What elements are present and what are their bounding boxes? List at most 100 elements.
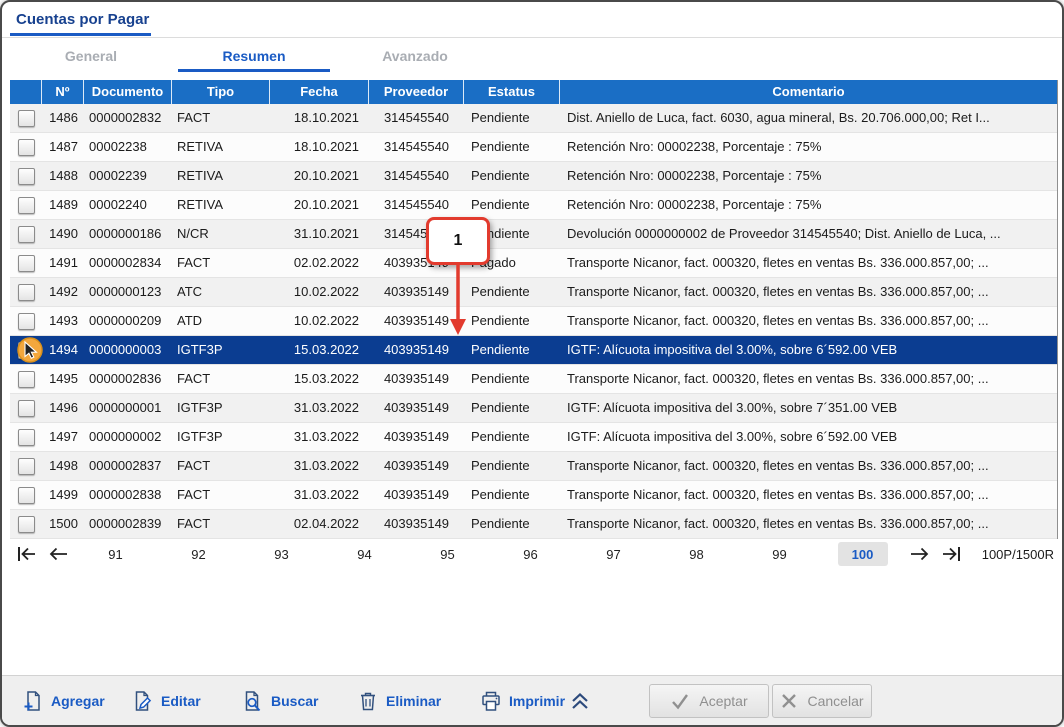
cell-fecha: 31.10.2021 [270, 220, 369, 248]
header-tipo: Tipo [172, 80, 270, 104]
row-checkbox[interactable] [18, 226, 35, 243]
cell-comentario: Transporte Nicanor, fact. 000320, fletes… [560, 481, 1057, 509]
cell-fecha: 31.03.2022 [270, 481, 369, 509]
last-page-button[interactable] [936, 545, 968, 563]
cell-documento: 0000002838 [84, 481, 172, 509]
cell-comentario: Retención Nro: 00002238, Porcentaje : 75… [560, 162, 1057, 190]
cell-documento: 0000002832 [84, 104, 172, 132]
buscar-button[interactable]: Buscar [242, 676, 318, 726]
tab-general[interactable]: General [15, 42, 167, 72]
row-checkbox[interactable] [18, 139, 35, 156]
table-row[interactable]: 15000000002839FACT02.04.2022403935149Pen… [10, 510, 1057, 539]
table-row[interactable]: 14990000002838FACT31.03.2022403935149Pen… [10, 481, 1057, 510]
first-page-button[interactable] [10, 545, 42, 563]
row-checkbox[interactable] [18, 429, 35, 446]
table-row[interactable]: 148700002238RETIVA18.10.2021314545540Pen… [10, 133, 1057, 162]
table-row[interactable]: 14930000000209ATD10.02.2022403935149Pend… [10, 307, 1057, 336]
row-checkbox[interactable] [18, 110, 35, 127]
table-row[interactable]: 148800002239RETIVA20.10.2021314545540Pen… [10, 162, 1057, 191]
row-checkbox[interactable] [18, 197, 35, 214]
page-button-92[interactable]: 92 [157, 540, 240, 568]
cell-fecha: 31.03.2022 [270, 423, 369, 451]
add-document-icon [22, 690, 44, 712]
table-row[interactable]: 14980000002837FACT31.03.2022403935149Pen… [10, 452, 1057, 481]
cell-n: 1499 [42, 481, 84, 509]
page-button-98[interactable]: 98 [655, 540, 738, 568]
row-checkbox[interactable] [18, 400, 35, 417]
row-select-cell [10, 452, 42, 480]
collapse-toolbar-button[interactable] [568, 676, 592, 726]
cell-proveedor: 403935149 [369, 336, 464, 364]
cell-comentario: Transporte Nicanor, fact. 000320, fletes… [560, 452, 1057, 480]
cell-n: 1491 [42, 249, 84, 277]
table-row[interactable]: 14950000002836FACT15.03.2022403935149Pen… [10, 365, 1057, 394]
table-row[interactable]: 14960000000001IGTF3P31.03.2022403935149P… [10, 394, 1057, 423]
cell-documento: 0000000001 [84, 394, 172, 422]
trash-icon [357, 690, 379, 712]
cell-n: 1495 [42, 365, 84, 393]
imprimir-label: Imprimir [509, 693, 565, 709]
cancelar-button[interactable]: Cancelar [772, 684, 872, 718]
printer-icon [480, 690, 502, 712]
cell-estatus: Pendiente [464, 423, 560, 451]
cell-comentario: IGTF: Alícuota impositiva del 3.00%, sob… [560, 336, 1057, 364]
row-select-cell [10, 336, 42, 364]
table-header-row: Nº Documento Tipo Fecha Proveedor Estatu… [10, 80, 1057, 104]
tab-avanzado[interactable]: Avanzado [341, 42, 489, 72]
next-page-button[interactable] [904, 545, 936, 563]
cell-estatus: Pendiente [464, 394, 560, 422]
table-row[interactable]: 14910000002834FACT02.02.2022403935149Pag… [10, 249, 1057, 278]
aceptar-label: Aceptar [699, 693, 747, 709]
edit-document-icon [132, 690, 154, 712]
header-proveedor: Proveedor [369, 80, 464, 104]
row-checkbox[interactable] [18, 342, 35, 359]
row-checkbox[interactable] [18, 255, 35, 272]
table-row[interactable]: 14860000002832FACT18.10.2021314545540Pen… [10, 104, 1057, 133]
page-button-91[interactable]: 91 [74, 540, 157, 568]
eliminar-button[interactable]: Eliminar [357, 676, 441, 726]
row-checkbox[interactable] [18, 516, 35, 533]
page-button-95[interactable]: 95 [406, 540, 489, 568]
table-row[interactable]: 14920000000123ATC10.02.2022403935149Pend… [10, 278, 1057, 307]
table-row[interactable]: 14940000000003IGTF3P15.03.2022403935149P… [10, 336, 1057, 365]
row-checkbox[interactable] [18, 487, 35, 504]
row-checkbox[interactable] [18, 168, 35, 185]
cell-proveedor: 403935149 [369, 510, 464, 538]
row-checkbox[interactable] [18, 284, 35, 301]
table-row[interactable]: 14900000000186N/CR31.10.2021314545540Pen… [10, 220, 1057, 249]
cell-documento: 00002239 [84, 162, 172, 190]
imprimir-button[interactable]: Imprimir [480, 676, 565, 726]
cell-documento: 0000000186 [84, 220, 172, 248]
cell-tipo: IGTF3P [172, 394, 270, 422]
tab-resumen[interactable]: Resumen [178, 42, 330, 72]
editar-label: Editar [161, 693, 201, 709]
table-row[interactable]: 148900002240RETIVA20.10.2021314545540Pen… [10, 191, 1057, 220]
cell-n: 1486 [42, 104, 84, 132]
cell-tipo: ATD [172, 307, 270, 335]
page-button-94[interactable]: 94 [323, 540, 406, 568]
aceptar-button[interactable]: Aceptar [649, 684, 769, 718]
cuentas-por-pagar-window: Cuentas por Pagar General Resumen Avanza… [0, 0, 1064, 727]
cell-n: 1492 [42, 278, 84, 306]
page-button-99[interactable]: 99 [738, 540, 821, 568]
cell-proveedor: 314545540 [369, 162, 464, 190]
header-select [10, 80, 42, 104]
row-checkbox[interactable] [18, 458, 35, 475]
agregar-button[interactable]: Agregar [22, 676, 105, 726]
search-document-icon [242, 690, 264, 712]
cell-estatus: Pendiente [464, 510, 560, 538]
page-button-96[interactable]: 96 [489, 540, 572, 568]
cell-comentario: Retención Nro: 00002238, Porcentaje : 75… [560, 191, 1057, 219]
page-button-100[interactable]: 100 [821, 540, 904, 568]
cell-fecha: 10.02.2022 [270, 278, 369, 306]
cell-documento: 0000000123 [84, 278, 172, 306]
cell-documento: 0000000003 [84, 336, 172, 364]
prev-page-button[interactable] [42, 545, 74, 563]
page-button-93[interactable]: 93 [240, 540, 323, 568]
row-checkbox[interactable] [18, 313, 35, 330]
editar-button[interactable]: Editar [132, 676, 201, 726]
page-button-97[interactable]: 97 [572, 540, 655, 568]
row-checkbox[interactable] [18, 371, 35, 388]
table-row[interactable]: 14970000000002IGTF3P31.03.2022403935149P… [10, 423, 1057, 452]
cell-n: 1490 [42, 220, 84, 248]
